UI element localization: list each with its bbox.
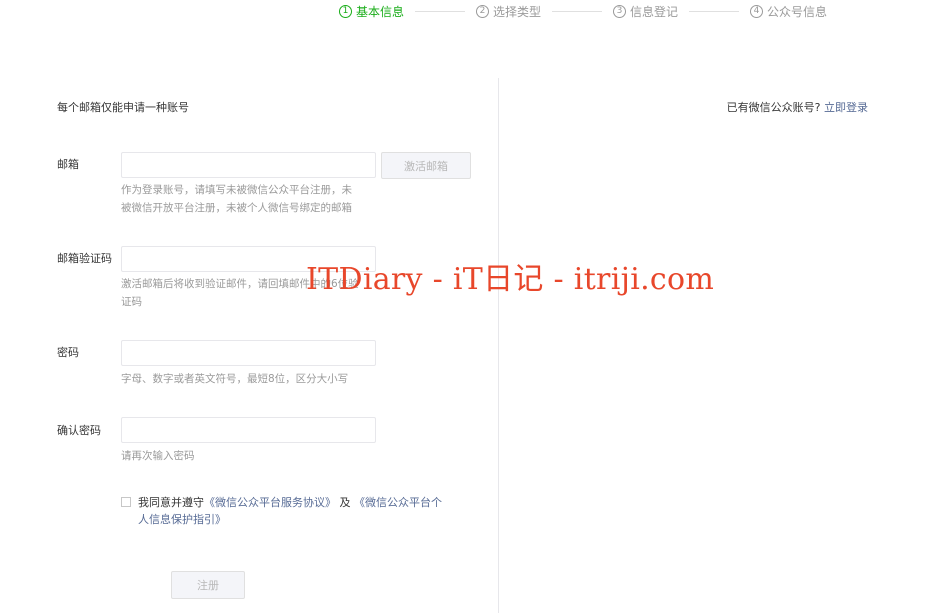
step-number: 4	[750, 4, 764, 18]
step-label: 信息登记	[630, 4, 679, 19]
form-top-hint: 每个邮箱仅能申请一种账号	[57, 101, 189, 114]
step-label: 公众号信息	[767, 4, 828, 19]
login-prompt: 已有微信公众账号? 立即登录	[727, 99, 868, 115]
email-label: 邮箱	[57, 158, 79, 171]
service-agreement-link[interactable]: 《微信公众平台服务协议》	[204, 496, 336, 509]
email-tip: 作为登录账号，请填写未被微信公众平台注册，未 被微信开放平台注册，未被个人微信号…	[121, 181, 366, 217]
agreement: 我同意并遵守《微信公众平台服务协议》 及 《微信公众平台个人信息保护指引》	[121, 494, 451, 528]
column-divider	[498, 78, 499, 613]
step-connector	[689, 10, 740, 12]
step-label: 选择类型	[493, 4, 542, 19]
step-number: 2	[476, 4, 490, 18]
step-account-info: 4 公众号信息	[750, 3, 827, 20]
confirm-password-field[interactable]	[121, 417, 376, 443]
step-connector	[415, 10, 466, 12]
step-number: 1	[339, 4, 352, 18]
confirm-password-label: 确认密码	[57, 424, 101, 437]
email-field[interactable]	[121, 152, 376, 178]
activate-email-button[interactable]: 激活邮箱	[381, 152, 471, 179]
email-tip-line: 作为登录账号，请填写未被微信公众平台注册，未	[121, 184, 352, 196]
step-info-registration: 3 信息登记	[613, 3, 678, 20]
step-number: 3	[613, 4, 627, 18]
agreement-checkbox[interactable]	[121, 497, 131, 507]
login-link[interactable]: 立即登录	[824, 101, 868, 114]
email-tip-line: 被微信开放平台注册，未被个人微信号绑定的邮箱	[121, 202, 352, 214]
password-label: 密码	[57, 346, 79, 359]
step-select-type: 2 选择类型	[476, 3, 541, 20]
agreement-text: 我同意并遵守《微信公众平台服务协议》 及 《微信公众平台个人信息保护指引》	[138, 494, 451, 528]
verification-code-label: 邮箱验证码	[57, 252, 112, 265]
agreement-prefix: 我同意并遵守	[138, 496, 204, 509]
step-label: 基本信息	[356, 4, 405, 19]
progress-steps: 1 基本信息 2 选择类型 3 信息登记 4 公众号信息	[339, 3, 827, 19]
watermark: ITDiary - iT日记 - itriji.com	[306, 262, 715, 297]
login-prompt-text: 已有微信公众账号?	[726, 101, 821, 114]
register-button[interactable]: 注册	[171, 571, 245, 599]
agreement-conjunction: 及	[339, 496, 351, 509]
password-tip: 字母、数字或者英文符号，最短8位，区分大小写	[121, 373, 349, 385]
password-field[interactable]	[121, 340, 376, 366]
step-connector	[552, 10, 603, 12]
step-basic-info: 1 基本信息	[339, 3, 404, 20]
confirm-password-tip: 请再次输入密码	[121, 450, 195, 462]
